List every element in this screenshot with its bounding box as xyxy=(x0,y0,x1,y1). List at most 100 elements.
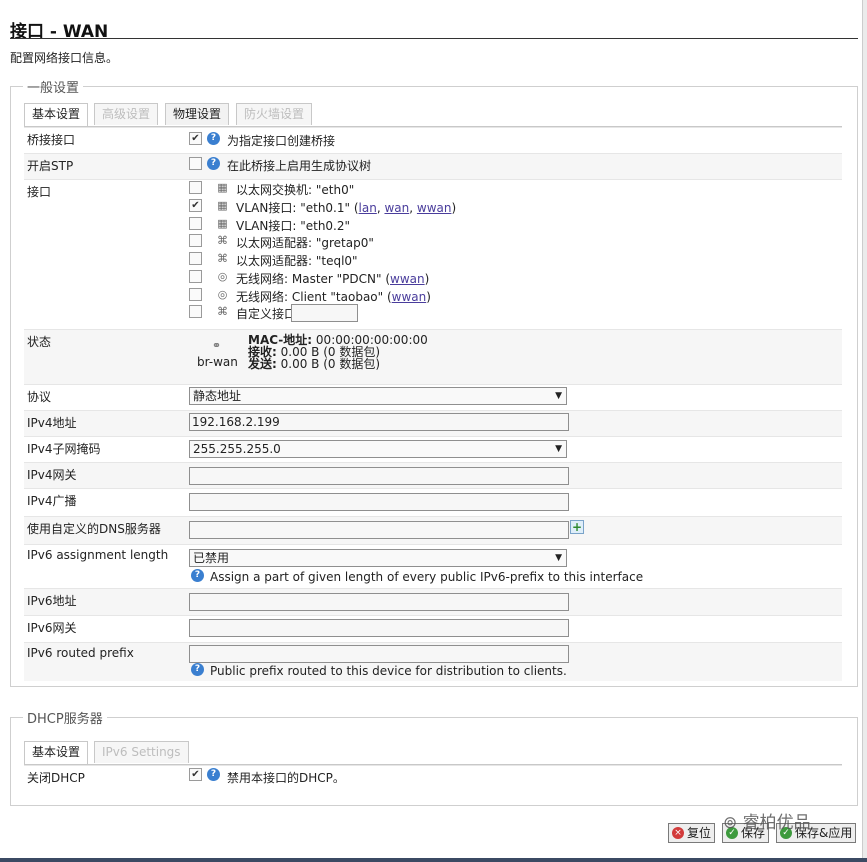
iface-label-teql0: 以太网适配器: "teql0" xyxy=(236,254,358,268)
zone-link-wwan[interactable]: wwan xyxy=(392,290,427,304)
watermark-text: 睿柏优品 xyxy=(742,813,811,833)
add-dns-icon[interactable]: + xyxy=(570,520,584,534)
status-device-name: br-wan xyxy=(197,355,238,369)
stp-text: 在此桥接上启用生成协议树 xyxy=(227,159,372,173)
reset-label: 复位 xyxy=(687,826,712,840)
page-description: 配置网络接口信息。 xyxy=(10,51,119,65)
dropdown-arrow-icon: ▼ xyxy=(555,444,562,454)
dhcp-ignore-checkbox[interactable]: ✔ xyxy=(189,768,202,781)
iface-checkbox-teql0[interactable] xyxy=(189,252,202,265)
help-icon: ? xyxy=(191,569,204,582)
iface-label-eth0-2: VLAN接口: "eth0.2" xyxy=(236,219,351,233)
iface-checkbox-custom[interactable] xyxy=(189,305,202,318)
bridge-text: 为指定接口创建桥接 xyxy=(227,134,336,148)
status-label: 状态 xyxy=(27,335,52,349)
broadcast-input[interactable] xyxy=(189,493,569,511)
netmask-select[interactable]: 255.255.255.0 ▼ xyxy=(189,440,567,458)
iface-checkbox-eth0[interactable] xyxy=(189,181,202,194)
tab-firewall-settings[interactable]: 防火墙设置 xyxy=(236,103,313,125)
bridge-row: 桥接接口 xyxy=(24,127,842,154)
dhcp-ignore-text: 禁用本接口的DHCP。 xyxy=(227,771,345,785)
iface-checkbox-wifi-master[interactable] xyxy=(189,270,202,283)
ethernet-icon: ⌘ xyxy=(217,305,228,318)
zone-link-wwan[interactable]: wwan xyxy=(390,272,425,286)
iface-checkbox-eth0-1[interactable]: ✔ xyxy=(189,199,202,212)
custom-interface-input[interactable] xyxy=(291,304,358,322)
gateway-label: IPv4网关 xyxy=(27,468,77,482)
iface-label-eth0: 以太网交换机: "eth0" xyxy=(236,183,355,197)
interface-label: 接口 xyxy=(27,185,52,199)
wifi-icon: ◎ xyxy=(217,270,228,283)
ipv4-address-input[interactable]: 192.168.2.199 xyxy=(189,413,569,431)
status-row: 状态 xyxy=(24,329,842,385)
bridge-checkbox[interactable]: ✔ xyxy=(189,132,202,145)
iface-checkbox-eth0-2[interactable] xyxy=(189,217,202,230)
ipv6-prefix-input[interactable] xyxy=(189,645,569,663)
ipv6-gateway-label: IPv6网关 xyxy=(27,621,77,635)
protocol-value: 静态地址 xyxy=(193,389,242,403)
ethernet-icon: ⌘ xyxy=(217,234,228,247)
help-icon: ? xyxy=(191,663,204,676)
dns-label: 使用自定义的DNS服务器 xyxy=(27,522,161,536)
iface-checkbox-wifi-client[interactable] xyxy=(189,288,202,301)
ipv6-prefix-label: IPv6 routed prefix xyxy=(27,646,134,660)
dhcp-legend: DHCP服务器 xyxy=(27,712,103,727)
ipv6-assignment-select[interactable]: 已禁用 ▼ xyxy=(189,549,567,567)
help-icon: ? xyxy=(207,132,220,145)
dhcp-ignore-row: 关闭DHCP xyxy=(24,765,842,792)
zone-link-lan[interactable]: lan xyxy=(359,201,377,215)
bridge-label: 桥接接口 xyxy=(27,133,76,147)
reset-icon: × xyxy=(672,827,684,839)
iface-label-gretap0: 以太网适配器: "gretap0" xyxy=(236,236,374,250)
ipv6-prefix-help: Public prefix routed to this device for … xyxy=(210,664,567,678)
dhcp-ignore-label: 关闭DHCP xyxy=(27,771,85,785)
protocol-label: 协议 xyxy=(27,390,52,404)
wifi-icon: ◎ xyxy=(217,288,228,301)
dns-input[interactable] xyxy=(189,521,569,539)
zone-link-wan[interactable]: wan xyxy=(384,201,409,215)
help-icon: ? xyxy=(207,768,220,781)
ipv6-address-label: IPv6地址 xyxy=(27,594,77,608)
iface-checkbox-gretap0[interactable] xyxy=(189,234,202,247)
help-icon: ? xyxy=(207,157,220,170)
stp-label: 开启STP xyxy=(27,159,74,173)
gateway-input[interactable] xyxy=(189,467,569,485)
ipv6-gateway-input[interactable] xyxy=(189,619,569,637)
bridge-device-icon: ⚭ xyxy=(211,339,222,352)
ipv6-assignment-label: IPv6 assignment length xyxy=(27,548,169,562)
tx-label: 发送: xyxy=(248,357,277,371)
bottom-bar xyxy=(0,858,867,862)
ipv6-assignment-value: 已禁用 xyxy=(193,551,230,565)
status-details: MAC-地址: 00:00:00:00:00:00 接收: 0.00 B (0 … xyxy=(248,334,428,370)
switch-icon: ▦ xyxy=(217,181,228,194)
reset-button[interactable]: × 复位 xyxy=(668,823,716,843)
dropdown-arrow-icon: ▼ xyxy=(555,391,562,401)
page: 接口 - WAN 配置网络接口信息。 一般设置 基本设置 高级设置 物理设置 防… xyxy=(0,0,863,860)
ipv6-address-input[interactable] xyxy=(189,593,569,611)
switch-icon: ▦ xyxy=(217,199,228,212)
tab-basic-settings[interactable]: 基本设置 xyxy=(24,103,89,126)
tab-dhcp-basic-settings[interactable]: 基本设置 xyxy=(24,741,89,764)
netmask-value: 255.255.255.0 xyxy=(193,442,281,456)
broadcast-label: IPv4广播 xyxy=(27,494,77,508)
ipv4-address-label: IPv4地址 xyxy=(27,416,77,430)
ipv6-assignment-help: Assign a part of given length of every p… xyxy=(210,570,644,584)
dropdown-arrow-icon: ▼ xyxy=(555,553,562,563)
ethernet-icon: ⌘ xyxy=(217,252,228,265)
title-divider xyxy=(10,38,858,39)
netmask-label: IPv4子网掩码 xyxy=(27,442,101,456)
general-settings-legend: 一般设置 xyxy=(27,81,80,96)
tab-ipv6-settings[interactable]: IPv6 Settings xyxy=(94,741,189,763)
stp-row: 开启STP xyxy=(24,153,842,180)
iface-label-wifi-master: 无线网络: Master "PDCN" (wwan) xyxy=(236,272,430,286)
switch-icon: ▦ xyxy=(217,217,228,230)
zone-link-wwan[interactable]: wwan xyxy=(417,201,452,215)
stp-checkbox[interactable] xyxy=(189,157,202,170)
tab-advanced-settings[interactable]: 高级设置 xyxy=(94,103,159,125)
tx-value: 0.00 B (0 数据包) xyxy=(280,357,381,371)
iface-label-wifi-client: 无线网络: Client "taobao" (wwan) xyxy=(236,290,431,304)
protocol-select[interactable]: 静态地址 ▼ xyxy=(189,387,567,405)
iface-label-eth0-1: VLAN接口: "eth0.1" (lan, wan, wwan) xyxy=(236,201,457,215)
tab-physical-settings[interactable]: 物理设置 xyxy=(165,103,230,125)
watermark: ⊚ 睿柏优品 xyxy=(723,813,811,833)
